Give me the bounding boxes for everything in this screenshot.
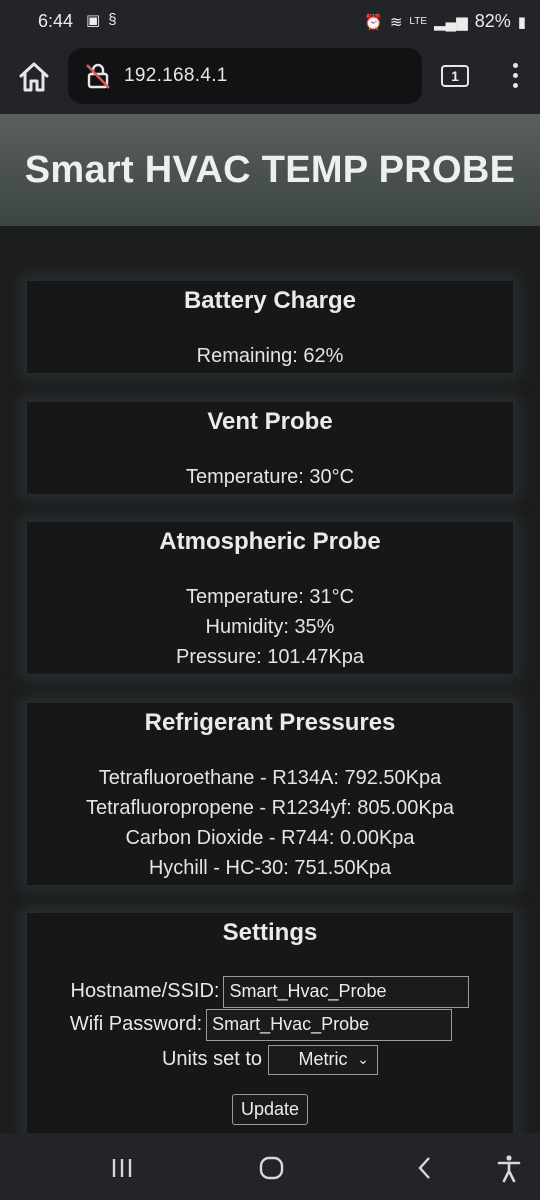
- battery-percent: 82%: [474, 11, 511, 31]
- accessibility-icon: [497, 1155, 521, 1183]
- hostname-label: Hostname/SSID:: [70, 980, 220, 1002]
- browser-toolbar: 192.168.4.1 1: [0, 44, 540, 114]
- vent-temperature: Temperature: 30°C: [185, 466, 355, 488]
- home-nav-button[interactable]: [257, 1153, 287, 1183]
- card-heading: Vent Probe: [207, 408, 333, 435]
- address-bar[interactable]: 192.168.4.1: [68, 48, 422, 104]
- home-icon: [19, 62, 49, 92]
- alarm-icon: ⏰: [364, 13, 383, 31]
- atmo-pressure: Pressure: 101.47Kpa: [176, 646, 364, 668]
- wifi-password-label: Wifi Password:: [69, 1013, 203, 1035]
- recent-apps-button[interactable]: [108, 1153, 138, 1183]
- recent-apps-icon: [112, 1159, 132, 1177]
- update-button[interactable]: Update: [231, 1094, 309, 1125]
- card-heading: Settings: [222, 919, 318, 946]
- chevron-down-icon: ⌄: [357, 1050, 370, 1067]
- atmo-temperature: Temperature: 31°C: [185, 586, 355, 608]
- back-button[interactable]: [410, 1153, 440, 1183]
- page-title: Smart HVAC TEMP PROBE: [24, 149, 516, 191]
- battery-icon: ▮: [517, 13, 526, 31]
- clock: 6:44: [38, 11, 74, 31]
- atmo-humidity: Humidity: 35%: [205, 616, 335, 638]
- wifi-password-input[interactable]: [206, 1008, 453, 1041]
- home-circle-icon: [259, 1156, 284, 1180]
- volte-icon: LTE: [409, 16, 427, 27]
- tab-switcher-button[interactable]: 1: [441, 65, 469, 87]
- system-nav-bar: [0, 1133, 540, 1200]
- refrigerant-r134a: Tetrafluoroethane - R134A: 792.50Kpa: [98, 767, 442, 789]
- home-button[interactable]: [16, 59, 52, 95]
- card-heading: Battery Charge: [183, 287, 357, 314]
- accessibility-button[interactable]: [494, 1153, 524, 1183]
- overflow-menu-button[interactable]: [505, 60, 525, 94]
- settings-card: Settings Hostname/SSID: Wifi Password: U…: [27, 913, 513, 1133]
- refrigerant-r744: Carbon Dioxide - R744: 0.00Kpa: [125, 827, 415, 849]
- vent-probe-card: Vent Probe Temperature: 30°C: [27, 402, 513, 494]
- refrigerant-hc30: Hychill - HC-30: 751.50Kpa: [148, 857, 392, 879]
- refrigerant-r1234yf: Tetrafluoropropene - R1234yf: 805.00Kpa: [85, 797, 455, 819]
- card-heading: Atmospheric Probe: [159, 528, 381, 555]
- signal-icon: ▂▄▆: [434, 13, 468, 31]
- battery-card: Battery Charge Remaining: 62%: [27, 281, 513, 373]
- sim-icon: ▣: [86, 12, 101, 29]
- back-chevron-icon: [418, 1157, 430, 1179]
- units-label: Units set to: [161, 1048, 263, 1070]
- url-text[interactable]: 192.168.4.1: [124, 65, 228, 87]
- dot-icon: [512, 63, 518, 68]
- refrigerant-pressures-card: Refrigerant Pressures Tetrafluoroethane …: [27, 703, 513, 885]
- dot-icon: [512, 83, 518, 88]
- vpn-icon: §: [108, 11, 117, 28]
- card-heading: Refrigerant Pressures: [144, 709, 396, 736]
- wifi-icon: ≋: [389, 13, 403, 31]
- status-bar: 6:44 ▣ § ⏰ ≋ LTE ▂▄▆ 82% ▮: [0, 0, 540, 44]
- units-select[interactable]: Metric ⌄: [268, 1044, 379, 1075]
- page-header: Smart HVAC TEMP PROBE: [0, 114, 540, 226]
- dot-icon: [512, 73, 518, 78]
- units-selected-value: Metric: [298, 1048, 348, 1069]
- insecure-lock-icon[interactable]: [84, 62, 112, 90]
- battery-remaining: Remaining: 62%: [196, 345, 344, 367]
- atmospheric-probe-card: Atmospheric Probe Temperature: 31°C Humi…: [27, 522, 513, 674]
- hostname-input[interactable]: [223, 975, 470, 1008]
